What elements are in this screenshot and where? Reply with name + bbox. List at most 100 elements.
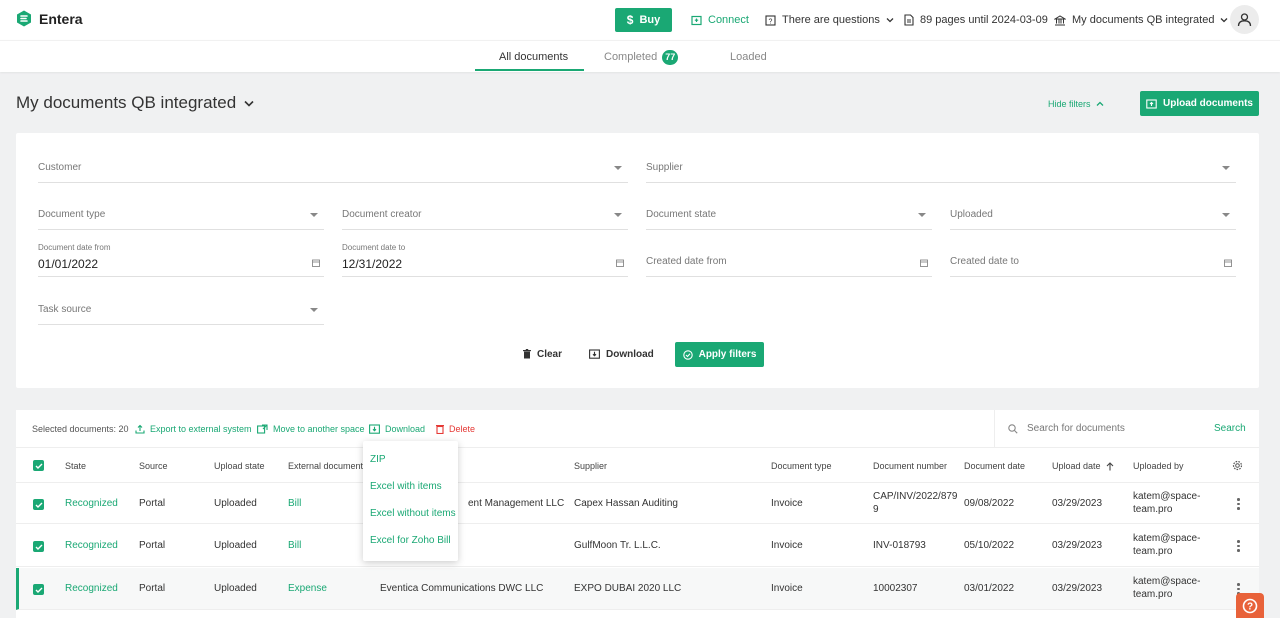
cell-source: Portal (139, 498, 166, 509)
cell-external-document[interactable]: Bill (288, 540, 301, 551)
export-button[interactable]: Export to external system (135, 424, 252, 434)
document-date-to-label: Document date to (342, 243, 406, 252)
search-input[interactable]: Search for documents (1027, 423, 1125, 434)
search-button[interactable]: Search (1214, 423, 1246, 434)
page-title[interactable]: My documents QB integrated (16, 93, 254, 113)
download-filtered-button[interactable]: Download (589, 342, 654, 366)
questions-label: There are questions (782, 14, 880, 26)
cell-uploaded-by: katem@space- (1133, 533, 1201, 544)
header-document-number[interactable]: Document number (873, 461, 947, 471)
user-avatar[interactable] (1230, 5, 1259, 34)
check-circle-icon (682, 349, 693, 360)
apply-filters-button[interactable]: Apply filters (675, 342, 764, 367)
more-vertical-icon[interactable] (1237, 498, 1240, 512)
connect-link[interactable]: Connect (691, 12, 749, 28)
supplier-select[interactable]: Supplier (646, 147, 1236, 183)
more-vertical-icon[interactable] (1237, 540, 1240, 554)
document-creator-select[interactable]: Document creator (342, 194, 628, 230)
document-date-from-field[interactable]: Document date from 01/01/2022 (38, 241, 324, 277)
table-row-active[interactable]: Recognized Portal Uploaded Expense Event… (16, 568, 1259, 610)
hide-filters-toggle[interactable]: Hide filters (1048, 99, 1104, 109)
created-date-to-placeholder: Created date to (950, 256, 1019, 267)
header-source[interactable]: Source (139, 461, 168, 471)
row-checkbox[interactable] (33, 541, 44, 552)
chevron-down-icon (1220, 17, 1228, 23)
tab-completed-label: Completed (604, 51, 658, 63)
document-type-select[interactable]: Document type (38, 194, 324, 230)
move-button[interactable]: Move to another space (257, 424, 365, 434)
document-date-to-field[interactable]: Document date to 12/31/2022 (342, 241, 628, 277)
document-date-from-label: Document date from (38, 243, 111, 252)
download-label: Download (385, 424, 426, 434)
entera-logo-icon (16, 10, 32, 27)
table-row[interactable]: Recognized Portal Uploaded Bill GulfMoon… (16, 525, 1259, 567)
menu-item-excel-with-items[interactable]: Excel with items (370, 481, 442, 492)
delete-button[interactable]: Delete (436, 424, 475, 434)
cell-document-number: INV-018793 (873, 540, 926, 551)
app-logo[interactable]: Entera (16, 10, 83, 27)
cell-uploaded-by-wrap: team.pro (1133, 589, 1173, 600)
hide-filters-label: Hide filters (1048, 99, 1091, 109)
apply-filters-label: Apply filters (698, 349, 757, 360)
cell-uploaded-by: katem@space- (1133, 576, 1201, 587)
cell-external-document[interactable]: Expense (288, 583, 327, 594)
cell-document-date: 05/10/2022 (964, 540, 1015, 551)
buy-label: Buy (639, 14, 661, 26)
gear-icon[interactable] (1232, 460, 1243, 471)
document-state-select[interactable]: Document state (646, 194, 932, 230)
pages-quota[interactable]: 89 pages until 2024-03-09 (904, 12, 1048, 28)
dollar-icon: $ (626, 13, 634, 27)
tab-completed[interactable]: Completed 77 (604, 49, 679, 65)
created-date-to-field[interactable]: Created date to (950, 241, 1236, 277)
document-creator-placeholder: Document creator (342, 209, 422, 220)
workspace-selector[interactable]: My documents QB integrated (1054, 12, 1228, 28)
uploaded-select[interactable]: Uploaded (950, 194, 1236, 230)
tab-loaded[interactable]: Loaded (730, 49, 767, 65)
select-all-checkbox[interactable] (33, 460, 44, 471)
help-icon: ? (1242, 598, 1258, 614)
selected-count: Selected documents: 20 (32, 424, 129, 434)
buy-button[interactable]: $ Buy (615, 8, 672, 32)
cell-state: Recognized (65, 498, 118, 509)
cell-uploaded-by-wrap: team.pro (1133, 504, 1173, 515)
cell-source: Portal (139, 540, 166, 551)
clear-filters-button[interactable]: Clear (523, 342, 562, 366)
download-button[interactable]: Download (369, 424, 425, 434)
cell-supplier: GulfMoon Tr. L.L.C. (574, 540, 661, 551)
tab-all-documents[interactable]: All documents (499, 49, 568, 65)
menu-item-excel-without-items[interactable]: Excel without items (370, 508, 456, 519)
header-state[interactable]: State (65, 461, 86, 471)
calendar-icon[interactable] (920, 259, 928, 267)
calendar-icon[interactable] (616, 259, 624, 267)
menu-item-excel-zoho-bill[interactable]: Excel for Zoho Bill (370, 535, 451, 546)
bulk-actions-toolbar: Selected documents: 20 Export to externa… (16, 410, 1259, 448)
customer-select[interactable]: Customer (38, 147, 628, 183)
header-uploaded-by[interactable]: Uploaded by (1133, 461, 1184, 471)
row-checkbox[interactable] (33, 499, 44, 510)
header-supplier[interactable]: Supplier (574, 461, 607, 471)
task-source-select[interactable]: Task source (38, 289, 324, 325)
header-external-document[interactable]: External document (288, 461, 363, 471)
questions-menu[interactable]: ? There are questions (765, 12, 894, 28)
cell-document-number: 10002307 (873, 583, 918, 594)
move-icon (257, 424, 268, 434)
row-checkbox[interactable] (33, 584, 44, 595)
pages-label: 89 pages until 2024-03-09 (920, 14, 1048, 26)
cell-external-document[interactable]: Bill (288, 498, 301, 509)
calendar-icon[interactable] (1224, 259, 1232, 267)
calendar-icon[interactable] (312, 259, 320, 267)
help-button[interactable]: ? (1236, 593, 1264, 618)
task-source-placeholder: Task source (38, 304, 92, 315)
header-upload-state[interactable]: Upload state (214, 461, 265, 471)
header-document-date[interactable]: Document date (964, 461, 1025, 471)
menu-item-zip[interactable]: ZIP (370, 454, 386, 465)
upload-documents-button[interactable]: Upload documents (1140, 91, 1259, 116)
cell-state: Recognized (65, 540, 118, 551)
document-search: Search for documents Search (994, 410, 1259, 448)
table-row[interactable]: Recognized Portal Uploaded Bill ent Mana… (16, 482, 1259, 524)
header-upload-date[interactable]: Upload date (1052, 461, 1114, 471)
header-document-type[interactable]: Document type (771, 461, 832, 471)
caret-down-icon (614, 166, 622, 170)
cell-document-type: Invoice (771, 540, 803, 551)
created-date-from-field[interactable]: Created date from (646, 241, 932, 277)
